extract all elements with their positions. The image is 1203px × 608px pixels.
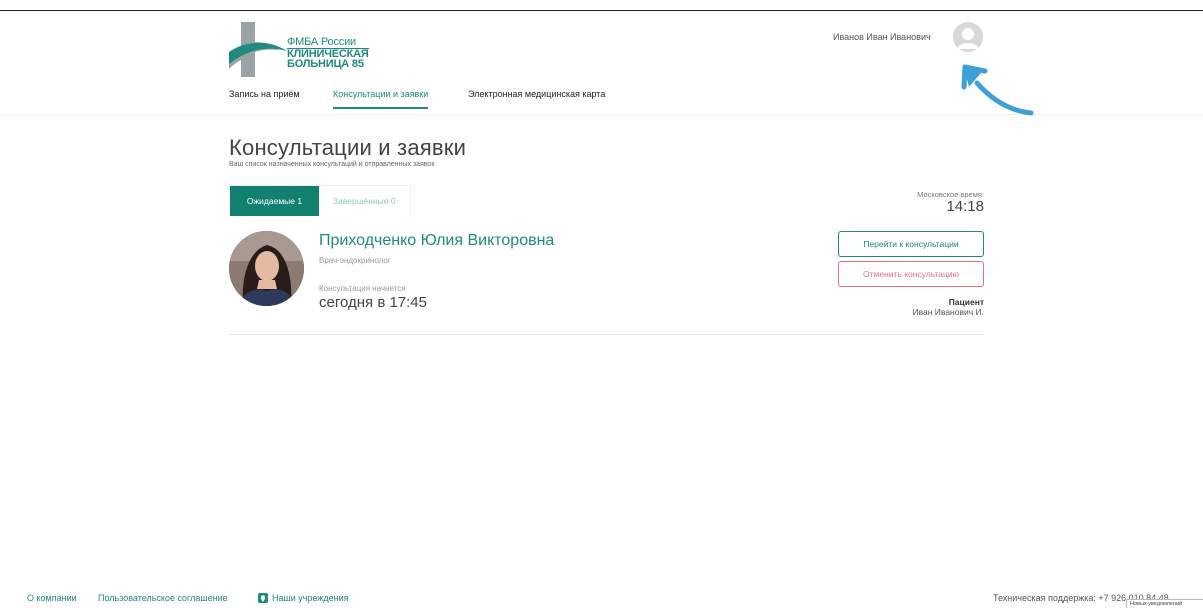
cancel-consultation-button[interactable]: Отменить консультацию [838,261,984,287]
tab-expected[interactable]: Ожидаемые 1 [230,186,319,216]
page-subtitle: Ваш список назначенных консультаций и от… [229,161,435,168]
doctor-name[interactable]: Приходченко Юлия Викторовна [319,232,554,250]
moscow-time: 14:18 [946,198,984,215]
patient-name: Иван Иванович И. [912,307,984,317]
consultation-start-label: Консультация начнется [319,284,406,293]
nav-appointment[interactable]: Запись на приём [229,89,300,99]
logo-underline [287,48,369,49]
hospital-logo[interactable]: ФМБА России КЛИНИЧЕСКАЯ БОЛЬНИЦА 85 [229,22,379,77]
user-avatar-icon [953,22,983,52]
join-consultation-button[interactable]: Перейти к консультации [838,231,984,257]
tab-completed[interactable]: Завершённые 0 [319,186,410,216]
user-avatar[interactable] [953,22,983,52]
consultation-divider [229,334,984,335]
institutions-icon [258,593,268,603]
footer-terms-link[interactable]: Пользовательское соглашение [98,593,228,603]
cross-logo-icon [229,22,287,77]
doctor-photo [229,231,304,306]
logo-line-3: БОЛЬНИЦА 85 [287,58,364,70]
logo-line-1: ФМБА России [287,36,356,48]
consultation-start-time: сегодня в 17:45 [319,294,427,311]
doctor-portrait-icon [229,231,304,306]
page-title: Консультации и заявки [229,135,467,160]
patient-label: Пациент [948,297,984,307]
notifications-badge[interactable]: Новых уведомлений [1126,599,1203,608]
footer-institutions-link[interactable]: Наши учреждения [272,593,349,603]
nav-consultations[interactable]: Консультации и заявки [333,89,429,109]
annotation-arrow-icon [961,64,1034,116]
doctor-specialty: Врач-эндокринолог [319,256,391,265]
nav-medical-record[interactable]: Электронная медицинская карта [468,89,605,99]
support-label: Техническая поддержка: [993,593,1096,603]
footer-about-link[interactable]: О компании [27,593,77,603]
user-name[interactable]: Иванов Иван Иванович [833,32,931,42]
consultation-tabs: Ожидаемые 1 Завершённые 0 [229,185,411,216]
